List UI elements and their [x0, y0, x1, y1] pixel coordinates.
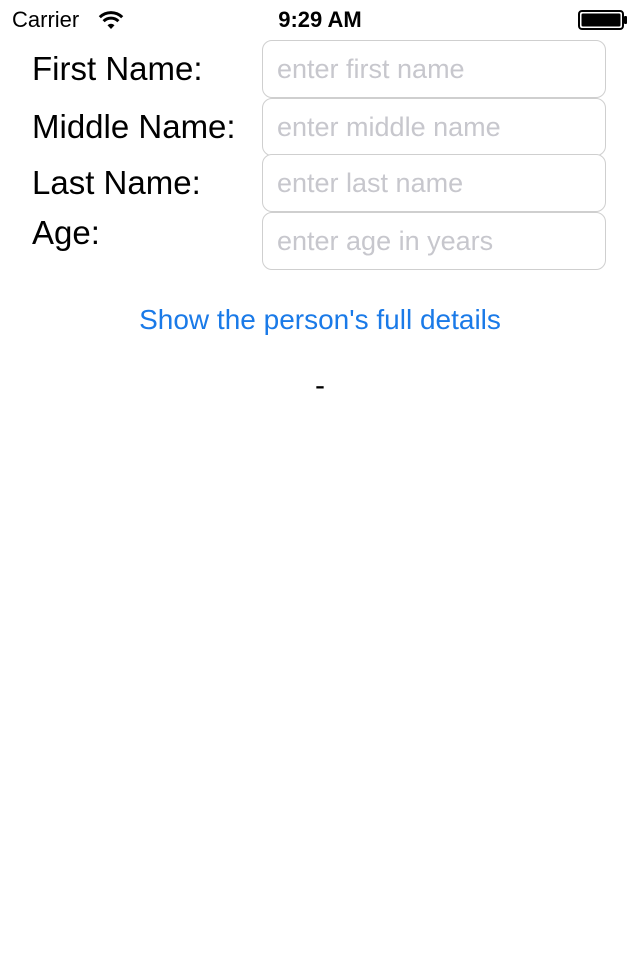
show-details-button[interactable]: Show the person's full details: [0, 300, 640, 340]
first-name-field[interactable]: [262, 40, 606, 98]
age-label: Age:: [32, 214, 100, 251]
age-field[interactable]: [262, 212, 606, 270]
last-name-field[interactable]: [262, 154, 606, 212]
last-name-label: Last Name:: [32, 164, 201, 201]
status-time: 9:29 AM: [278, 7, 362, 32]
battery-icon: [578, 10, 628, 30]
app-screen: Carrier 9:29 AM First Name: Middle Name:…: [0, 0, 640, 960]
middle-name-field[interactable]: [262, 98, 606, 156]
status-bar: Carrier 9:29 AM: [0, 0, 640, 40]
first-name-label: First Name:: [32, 50, 203, 87]
result-text: -: [315, 369, 325, 402]
middle-name-label: Middle Name:: [32, 108, 236, 145]
